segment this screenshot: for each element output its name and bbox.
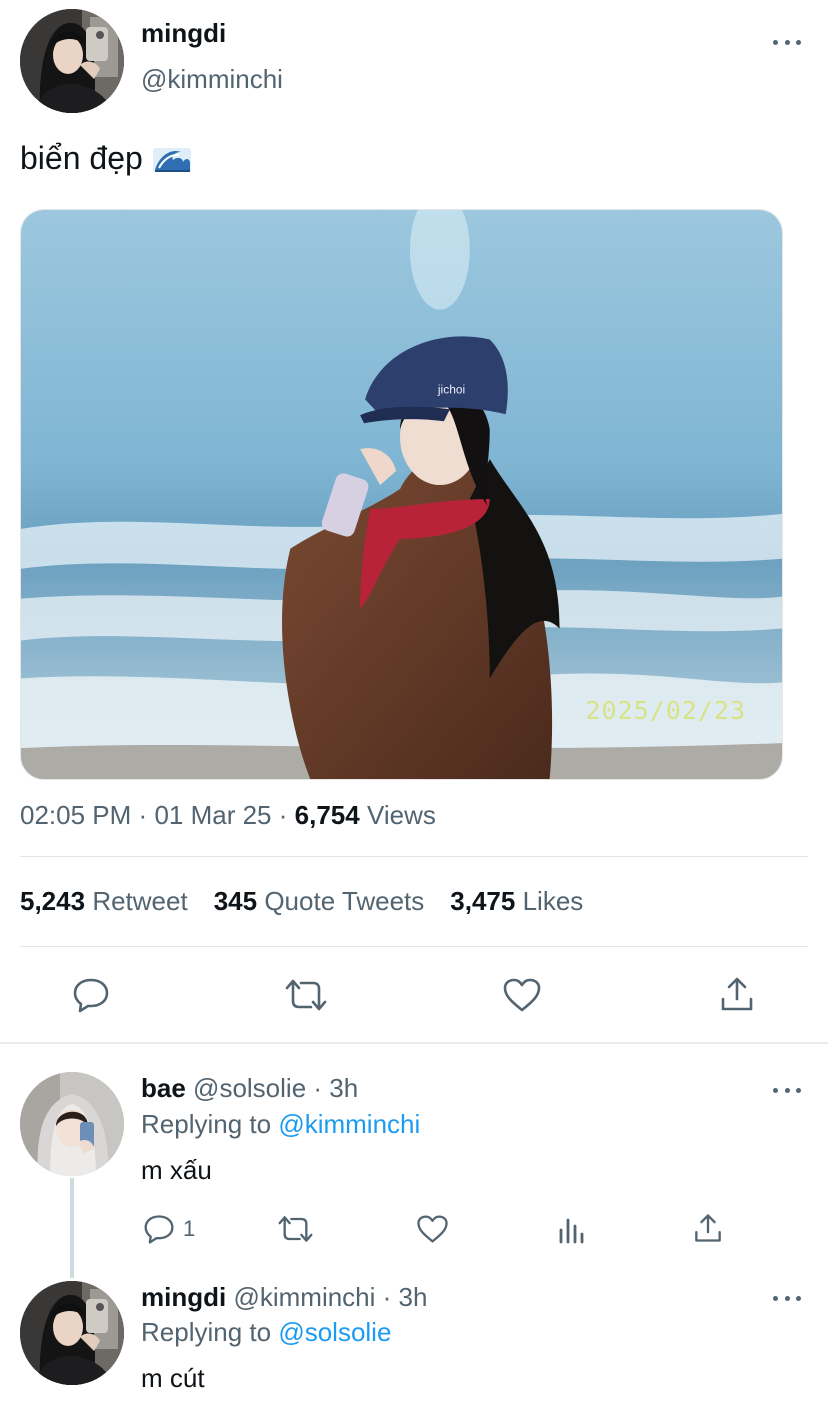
more-options-icon[interactable]: [773, 37, 801, 47]
reply-text: m xấu: [141, 1155, 212, 1185]
reply-author-name[interactable]: bae: [141, 1073, 186, 1103]
replying-to-handle[interactable]: @kimminchi: [278, 1109, 420, 1139]
water-wave-icon: [152, 144, 191, 174]
reply-author-handle[interactable]: @solsolie: [193, 1073, 306, 1103]
reply-author-name[interactable]: mingdi: [141, 1282, 226, 1312]
reply-icon[interactable]: [72, 977, 110, 1013]
retweets-count: 5,243: [20, 886, 86, 916]
likes-label: Likes: [522, 886, 584, 916]
retweet-icon[interactable]: [277, 1214, 314, 1244]
author-avatar[interactable]: [20, 9, 124, 113]
reply-time[interactable]: · 3h: [313, 1073, 358, 1103]
more-options-icon[interactable]: [773, 1293, 801, 1303]
reply-time[interactable]: · 3h: [383, 1282, 428, 1312]
quotes-stat[interactable]: 345 Quote Tweets: [214, 886, 425, 917]
share-icon[interactable]: [693, 1212, 723, 1244]
retweets-label: Retweet: [92, 886, 188, 916]
share-icon[interactable]: [719, 975, 755, 1013]
tweet-time[interactable]: 02:05 PM: [20, 800, 131, 830]
tweet-meta: 02:05 PM · 01 Mar 25 · 6,754 Views: [20, 800, 436, 831]
section-divider: [0, 1042, 828, 1044]
like-icon[interactable]: [502, 977, 542, 1013]
photo-date-stamp: 2025/02/23: [585, 696, 746, 725]
analytics-icon[interactable]: [557, 1214, 585, 1244]
divider: [20, 946, 808, 947]
reply-avatar[interactable]: [20, 1281, 124, 1385]
replying-to-prefix: Replying to: [141, 1109, 272, 1139]
views-count: 6,754: [294, 800, 360, 830]
reply-header: bae @solsolie · 3h: [141, 1073, 358, 1104]
thread-connector: [70, 1178, 74, 1278]
reply-author-handle[interactable]: @kimminchi: [233, 1282, 375, 1312]
meta-separator: ·: [278, 800, 288, 830]
replying-to: Replying to @solsolie: [141, 1317, 391, 1348]
reply-count: 1: [183, 1216, 196, 1241]
reply-icon[interactable]: 1: [143, 1214, 195, 1244]
like-icon[interactable]: [416, 1214, 449, 1244]
likes-count: 3,475: [450, 886, 516, 916]
tweet-photo[interactable]: jichoi 2025/02/23: [20, 209, 783, 780]
reply-text: m cút: [141, 1363, 205, 1393]
quotes-label: Quote Tweets: [264, 886, 425, 916]
replying-to-handle[interactable]: @solsolie: [278, 1317, 391, 1347]
engagement-stats: 5,243 Retweet 345 Quote Tweets 3,475 Lik…: [20, 886, 583, 917]
reply-avatar[interactable]: [20, 1072, 124, 1176]
svg-text:jichoi: jichoi: [437, 382, 465, 396]
likes-stat[interactable]: 3,475 Likes: [450, 886, 583, 917]
replying-to: Replying to @kimminchi: [141, 1109, 420, 1140]
tweet-text: biển đẹp: [20, 140, 191, 177]
retweet-icon[interactable]: [284, 977, 328, 1013]
retweets-stat[interactable]: 5,243 Retweet: [20, 886, 188, 917]
reply-header: mingdi @kimminchi · 3h: [141, 1282, 427, 1313]
more-options-icon[interactable]: [773, 1085, 801, 1095]
replying-to-prefix: Replying to: [141, 1317, 272, 1347]
tweet-text-body: biển đẹp: [20, 140, 143, 176]
author-handle[interactable]: @kimminchi: [141, 64, 283, 95]
author-name[interactable]: mingdi: [141, 18, 226, 49]
meta-separator: ·: [138, 800, 148, 830]
views-label: Views: [366, 800, 436, 830]
tweet-date[interactable]: 01 Mar 25: [154, 800, 271, 830]
quotes-count: 345: [213, 886, 258, 916]
divider: [20, 856, 808, 857]
